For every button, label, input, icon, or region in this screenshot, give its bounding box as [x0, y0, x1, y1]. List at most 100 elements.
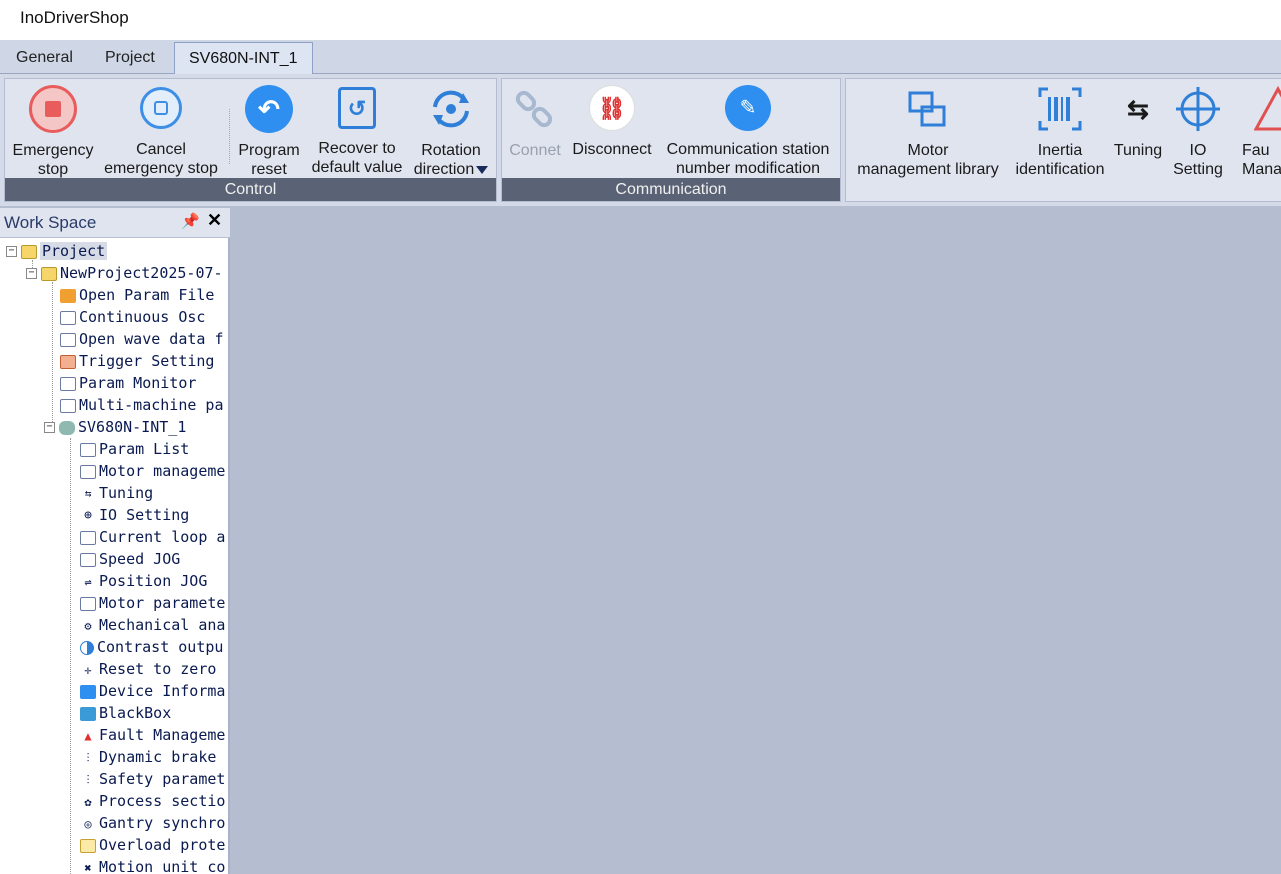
inertia-line2: identification [1015, 161, 1105, 178]
fault-warning-icon: ▲ [84, 728, 92, 743]
wave-file-icon [60, 332, 76, 347]
pin-icon[interactable]: 📌 [181, 212, 200, 230]
safety-param-icon: ⫶ [86, 772, 90, 787]
disconnect-button[interactable]: ⛓ Disconnect [566, 79, 658, 179]
inertia-identification-button[interactable]: Inertia identification [1006, 79, 1114, 179]
io-setting-button[interactable]: IO Setting [1168, 79, 1228, 179]
tree-node-speed-jog[interactable]: Speed JOG [80, 548, 180, 570]
fault-management-button[interactable]: Fau Manag [1230, 79, 1281, 179]
tree-node-mechanical-analysis[interactable]: ⚙ Mechanical ana [80, 614, 225, 636]
tree-node-io-setting[interactable]: ⊕ IO Setting [80, 504, 189, 526]
control-group-caption: Control [5, 178, 496, 201]
tree-label: Motor manageme [99, 462, 226, 480]
undo-icon: ↶ [245, 85, 293, 133]
tree-node-overload-protection[interactable]: Overload prote [80, 834, 225, 856]
tree-label: BlackBox [99, 704, 172, 722]
main-content-area [232, 208, 1281, 874]
dynamic-brake-icon: ⫶ [86, 750, 90, 765]
tree-node-gantry-synchro[interactable]: ◎ Gantry synchro [80, 812, 225, 834]
tree-node-position-jog[interactable]: ⇌ Position JOG [80, 570, 207, 592]
ribbon: Emergency stop Cancel emergency stop ↶ P… [0, 74, 1281, 206]
tree-label: Safety paramet [99, 770, 226, 788]
tree-node-safety-parameter[interactable]: ⫶ Safety paramet [80, 768, 225, 790]
tree-label: Project [40, 242, 108, 260]
warning-icon [1254, 85, 1281, 133]
control-group: Emergency stop Cancel emergency stop ↶ P… [4, 78, 497, 202]
folder-icon [41, 266, 57, 281]
program-reset-line1: Program [238, 142, 300, 159]
tree-node-multi-machine[interactable]: Multi-machine pa [60, 394, 224, 416]
tree-node-blackbox[interactable]: BlackBox [80, 702, 171, 724]
communication-group: Connet ⛓ Disconnect ✎ Communication stat… [501, 78, 841, 202]
overload-icon [80, 838, 96, 853]
tree-node-project[interactable]: − Project [6, 240, 108, 262]
crosshair-icon [1174, 85, 1222, 133]
ribbon-tab-strip: General Project SV680N-INT_1 [0, 40, 1281, 74]
motor-library-icon [904, 85, 952, 133]
program-reset-button[interactable]: ↶ Program reset [233, 79, 305, 179]
gantry-sync-icon: ◎ [84, 816, 92, 831]
trigger-icon [60, 354, 76, 369]
motor-management-library-button[interactable]: Motor management library [848, 79, 1008, 179]
tree-label: Motor paramete [99, 594, 226, 612]
tree-label: Continuous Osc [79, 308, 206, 326]
tree-node-motion-unit[interactable]: ✖ Motion unit co [80, 856, 225, 874]
connect-button[interactable]: Connet [504, 79, 566, 179]
cancel-emergency-stop-line2: emergency stop [104, 160, 218, 177]
tree-label: Trigger Setting [79, 352, 215, 370]
fault-management-line2: Manag [1242, 161, 1281, 178]
multi-machine-icon [60, 398, 76, 413]
tree-node-dynamic-brake[interactable]: ⫶ Dynamic brake [80, 746, 216, 768]
tree-node-motor-parameter[interactable]: Motor paramete [80, 592, 225, 614]
cancel-emergency-stop-button[interactable]: Cancel emergency stop [99, 79, 223, 179]
tuning-icon: ⇆ [1127, 93, 1149, 124]
rotation-direction-button[interactable]: Rotation direction [411, 79, 491, 179]
station-number-line1: Communication station [666, 141, 830, 158]
close-icon[interactable]: ✕ [207, 210, 222, 231]
tree-node-device-information[interactable]: Device Informa [80, 680, 225, 702]
tree-node-contrast-output[interactable]: Contrast outpu [80, 636, 223, 658]
connect-label: Connet [509, 142, 561, 159]
tree-node-open-param-file[interactable]: Open Param File [60, 284, 214, 306]
oscilloscope-icon [60, 310, 76, 325]
tree-node-process-section[interactable]: ✿ Process sectio [80, 790, 225, 812]
tree-node-fault-management[interactable]: ▲ Fault Manageme [80, 724, 225, 746]
tree-label: Mechanical ana [99, 616, 226, 634]
tree-node-param-monitor[interactable]: Param Monitor [60, 372, 196, 394]
dropdown-arrow-icon[interactable] [476, 165, 489, 174]
tree-node-newproject[interactable]: − NewProject2025-07- [26, 262, 223, 284]
process-section-icon: ✿ [84, 794, 92, 809]
tree-node-continuous-osc[interactable]: Continuous Osc [60, 306, 205, 328]
tools-group: Motor management library Inertia identif… [845, 78, 1281, 202]
station-number-modification-button[interactable]: ✎ Communication station number modificat… [658, 79, 838, 179]
tab-project[interactable]: Project [91, 42, 169, 74]
tree-label: NewProject2025-07- [60, 264, 223, 282]
recover-default-button[interactable]: ↺ Recover to default value [305, 79, 409, 179]
tree-node-reset-to-zero[interactable]: ✛ Reset to zero [80, 658, 216, 680]
list-doc-icon [80, 442, 96, 457]
tree-node-sv680n[interactable]: − SV680N-INT_1 [44, 416, 186, 438]
motion-unit-icon: ✖ [84, 860, 92, 874]
tree-node-current-loop[interactable]: Current loop a [80, 526, 225, 548]
speed-jog-icon [80, 552, 96, 567]
cancel-emergency-stop-line1: Cancel [136, 141, 186, 158]
restore-icon: ↺ [338, 87, 376, 129]
reset-zero-icon: ✛ [84, 662, 92, 677]
tree-node-param-list[interactable]: Param List [80, 438, 189, 460]
program-reset-line2: reset [251, 161, 287, 178]
tab-sv680n-int-1[interactable]: SV680N-INT_1 [174, 42, 313, 74]
tree-label: Contrast outpu [97, 638, 224, 656]
emergency-stop-button[interactable]: Emergency stop [7, 79, 99, 179]
tuning-button[interactable]: ⇆ Tuning [1108, 79, 1168, 179]
tree-label: SV680N-INT_1 [78, 418, 187, 436]
rotation-direction-line2-wrap: direction [411, 160, 491, 179]
tree-node-motor-management[interactable]: Motor manageme [80, 460, 225, 482]
unlink-icon: ⛓ [589, 85, 635, 131]
tree-label: Tuning [99, 484, 154, 502]
open-folder-icon [60, 288, 76, 303]
tree-label: Fault Manageme [99, 726, 226, 744]
tree-node-open-wave-data[interactable]: Open wave data f [60, 328, 224, 350]
tree-node-tuning[interactable]: ⇆ Tuning [80, 482, 154, 504]
tree-node-trigger-setting[interactable]: Trigger Setting [60, 350, 214, 372]
tab-general[interactable]: General [2, 42, 87, 74]
